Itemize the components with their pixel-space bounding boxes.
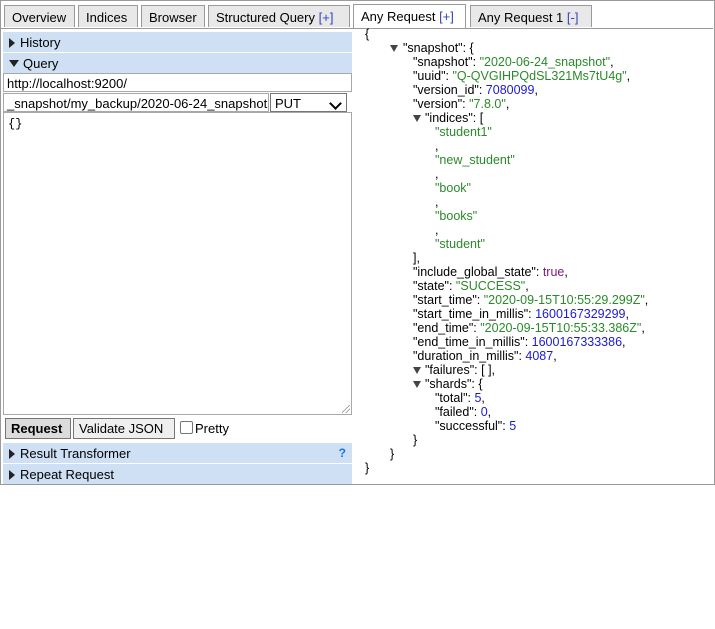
json-value: 1600167329299	[535, 307, 626, 321]
json-line: "version_id": 7080099,	[413, 83, 538, 97]
tab-any-request-1[interactable]: Any Request 1 [-]	[470, 5, 592, 27]
tab-indices[interactable]: Indices	[78, 5, 138, 27]
pretty-label: Pretty	[195, 421, 229, 436]
tab-any-request[interactable]: Any Request [+]	[353, 4, 466, 28]
json-value: "2020-09-15T10:55:29.299Z"	[483, 293, 645, 307]
pretty-checkbox[interactable]	[180, 421, 193, 434]
chevron-down-icon	[9, 60, 19, 67]
json-snapshot-key: "snapshot": {	[403, 41, 474, 55]
json-array-item: "books"	[435, 209, 478, 223]
chevron-down-icon	[329, 97, 342, 110]
history-label: History	[20, 35, 61, 50]
tab-remove-control[interactable]: [-]	[567, 10, 579, 25]
query-label: Query	[23, 56, 59, 71]
history-section-header[interactable]: History	[3, 32, 352, 52]
json-line: "version": "7.8.0",	[413, 97, 510, 111]
tab-label: Browser	[149, 10, 197, 25]
json-line: "shards": {	[425, 377, 483, 391]
json-array-item: "new_student"	[435, 153, 515, 167]
json-value: true	[542, 265, 565, 279]
json-comma: ,	[435, 195, 439, 209]
json-value: [ ],	[481, 363, 496, 377]
collapse-triangle-icon[interactable]	[413, 381, 421, 388]
result-transformer-header[interactable]: Result Transformer ?	[3, 443, 352, 463]
json-array-item: "student"	[435, 237, 485, 251]
json-value: "2020-06-24_snapshot"	[479, 55, 611, 69]
json-line: "failed": 0,	[435, 405, 492, 419]
tab-add-control[interactable]: [+]	[319, 10, 334, 25]
tab-label: Overview	[12, 10, 67, 25]
chevron-right-icon	[9, 38, 15, 48]
tab-label: Structured Query	[216, 10, 315, 25]
tab-label: Any Request 1	[478, 10, 564, 25]
request-button[interactable]: Request	[5, 418, 71, 439]
json-line: "end_time_in_millis": 1600167333386,	[413, 335, 626, 349]
collapse-triangle-icon[interactable]	[413, 115, 421, 122]
tab-browser[interactable]: Browser	[141, 5, 205, 27]
host-input[interactable]: http://localhost:9200/	[3, 73, 352, 92]
json-line: "indices": [	[425, 111, 484, 125]
method-select[interactable]: PUT	[270, 93, 347, 112]
json-value: 4087	[525, 349, 554, 363]
repeat-request-header[interactable]: Repeat Request	[3, 464, 352, 484]
resize-grip-icon[interactable]	[342, 405, 350, 413]
method-selected: PUT	[275, 96, 301, 111]
json-line: "total": 5,	[435, 391, 485, 405]
json-open-brace: {	[365, 27, 370, 41]
json-line: "state": "SUCCESS",	[413, 279, 529, 293]
json-value: "2020-09-15T10:55:33.386Z"	[480, 321, 642, 335]
json-value: 0	[480, 405, 488, 419]
json-array-close: ],	[413, 251, 420, 265]
request-body-text: {}	[8, 117, 23, 131]
chevron-right-icon	[9, 449, 15, 459]
json-value: "7.8.0"	[469, 97, 506, 111]
repeat-request-label: Repeat Request	[20, 467, 114, 482]
json-array-item: "book"	[435, 181, 471, 195]
json-value: 7080099	[485, 83, 535, 97]
json-value: "SUCCESS"	[455, 279, 526, 293]
json-line: "include_global_state": true,	[413, 265, 568, 279]
tab-structured-query[interactable]: Structured Query [+]	[208, 5, 350, 27]
json-line: "start_time": "2020-09-15T10:55:29.299Z"…	[413, 293, 649, 307]
json-array-item: "student1"	[435, 125, 492, 139]
json-value: 5	[474, 391, 482, 405]
json-comma: ,	[435, 167, 439, 181]
collapse-triangle-icon[interactable]	[413, 367, 421, 374]
json-comma: ,	[435, 139, 439, 153]
json-object-close: }	[413, 433, 418, 447]
json-close-brace: }	[365, 461, 370, 475]
tab-add-control[interactable]: [+]	[439, 9, 454, 24]
json-line: "successful": 5	[435, 419, 517, 433]
json-value: 5	[509, 419, 517, 433]
json-value: "Q-QVGIHPQdSL321Ms7tU4g"	[452, 69, 627, 83]
tab-label: Indices	[86, 10, 128, 25]
path-input[interactable]: _snapshot/my_backup/2020-06-24_snapshot	[3, 93, 269, 112]
result-transformer-label: Result Transformer	[20, 446, 131, 461]
tab-label: Any Request	[361, 9, 436, 24]
json-line: "end_time": "2020-09-15T10:55:33.386Z",	[413, 321, 645, 335]
query-section-header[interactable]: Query	[3, 53, 352, 73]
json-line: "failures": [ ],	[425, 363, 496, 377]
chevron-right-icon	[9, 470, 15, 480]
validate-json-button[interactable]: Validate JSON	[73, 418, 175, 439]
json-line: "uuid": "Q-QVGIHPQdSL321Ms7tU4g",	[413, 69, 631, 83]
json-line: "start_time_in_millis": 1600167329299,	[413, 307, 629, 321]
collapse-triangle-icon[interactable]	[390, 45, 398, 52]
json-object-close: }	[390, 447, 395, 461]
help-icon[interactable]: ?	[339, 446, 346, 460]
json-line: "duration_in_millis": 4087,	[413, 349, 557, 363]
tab-bar: Overview Indices Browser Structured Quer…	[1, 1, 713, 29]
json-value: 1600167333386	[531, 335, 623, 349]
json-response-viewer: { "snapshot": { "snapshot": "2020-06-24_…	[363, 27, 708, 629]
json-comma: ,	[435, 223, 439, 237]
tab-overview[interactable]: Overview	[4, 5, 75, 27]
json-line: "snapshot": "2020-06-24_snapshot",	[413, 55, 614, 69]
request-body-textarea[interactable]: {}	[3, 112, 352, 415]
